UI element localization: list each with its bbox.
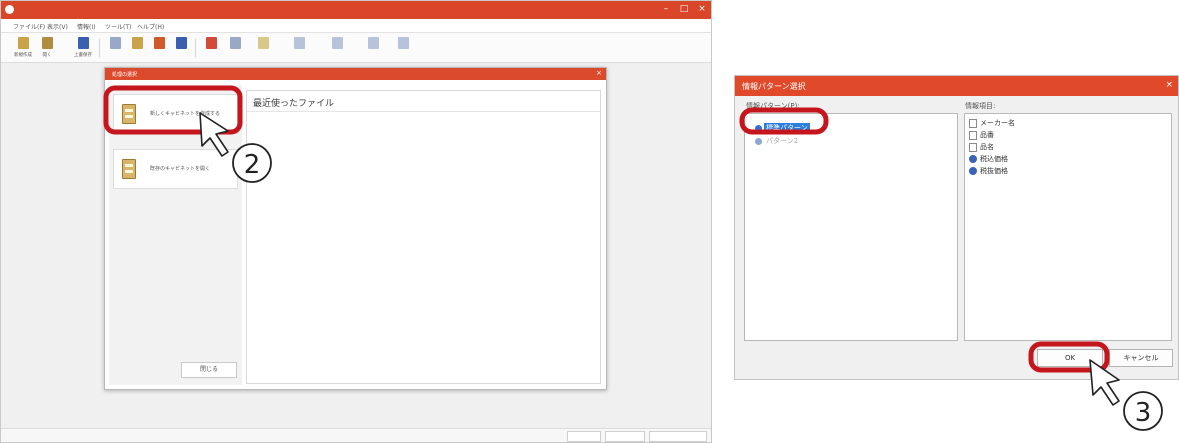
dialog-title: 情報パターン選択: [742, 82, 806, 91]
step-number: 3: [1135, 398, 1152, 428]
status-field: [605, 431, 645, 442]
open-cabinet-button[interactable]: 既存のキャビネットを開く: [113, 149, 238, 189]
open-cabinet-label: 既存のキャビネットを開く: [150, 166, 211, 172]
step-badge: [1123, 391, 1163, 431]
new-file-icon: [18, 37, 29, 49]
close-window-icon[interactable]: ×: [693, 3, 711, 16]
tool-icon: [294, 37, 305, 49]
app-titlebar: – □ ×: [1, 1, 711, 19]
info-items-list: メーカー名 品番 品名 税込価格 税抜価格: [964, 113, 1172, 341]
maximize-icon[interactable]: □: [675, 3, 693, 16]
menu-info[interactable]: 情報(I): [77, 22, 95, 31]
view-button[interactable]: [363, 35, 383, 61]
info-item-label: 税抜価格: [980, 167, 1008, 175]
application-window: – □ × ファイル(F) 表示(V) 情報(I) ツール(T) ヘルプ(H) …: [0, 0, 712, 443]
divider: [247, 111, 600, 112]
info-item-label: 品名: [980, 143, 994, 151]
dialog-titlebar: 情報パターン選択 ×: [735, 76, 1178, 96]
pattern-list: 標準パターン パターン2: [744, 113, 958, 341]
recent-files-panel: 最近使ったファイル: [246, 90, 601, 384]
menu-tools[interactable]: ツール(T): [105, 22, 131, 31]
open-button[interactable]: 開く: [37, 35, 57, 61]
toolbar-label: 上書保存: [74, 53, 92, 58]
open-folder-icon: [42, 37, 53, 49]
layout-icon: [332, 37, 343, 49]
price-icon: [969, 155, 977, 163]
document-icon: [969, 143, 977, 152]
new-cabinet-label: 新しくキャビネットを作成する: [150, 111, 221, 117]
app-logo-icon: [5, 5, 14, 14]
print-button[interactable]: [171, 35, 191, 61]
tool-button[interactable]: [289, 35, 309, 61]
print-icon: [176, 37, 187, 49]
rotate-button[interactable]: [225, 35, 245, 61]
status-bar: [1, 428, 711, 442]
minimize-icon[interactable]: –: [657, 3, 675, 16]
pattern-label: 標準パターン: [764, 123, 810, 133]
delete-icon: [206, 37, 217, 49]
copy-icon: [258, 37, 269, 49]
close-button[interactable]: 閉じる: [181, 362, 237, 378]
document-icon: [969, 131, 977, 140]
action-pane: 新しくキャビネットを作成する 既存のキャビネットを開く 閉じる: [109, 85, 242, 385]
pattern-icon: [755, 138, 762, 145]
pdf-icon: [154, 37, 165, 49]
items-label: 情報項目:: [965, 102, 996, 110]
save-button[interactable]: 上書保存: [73, 35, 93, 61]
status-field: [567, 431, 601, 442]
import-icon: [110, 37, 121, 49]
info-item-label: 品番: [980, 131, 994, 139]
toolbar-label: 開く: [42, 53, 52, 58]
pdf-button[interactable]: [149, 35, 169, 61]
pattern-label: パターン2: [766, 137, 799, 145]
delete-button[interactable]: [201, 35, 221, 61]
start-dialog: 処理の選択 × 新しくキャビネットを作成する 既存のキャビネットを開く 閉じる …: [104, 67, 607, 390]
info-item-label: 税込価格: [980, 155, 1008, 163]
recent-files-title: 最近使ったファイル: [253, 99, 335, 109]
zoom-button[interactable]: [393, 35, 413, 61]
dialog-title: 処理の選択: [112, 72, 138, 78]
pattern-icon: [755, 125, 762, 132]
new-cabinet-button[interactable]: 新しくキャビネットを作成する: [113, 94, 238, 134]
pattern-select-dialog: 情報パターン選択 × 情報パターン(P): 標準パターン パターン2 情報項目:…: [734, 75, 1179, 380]
menu-file[interactable]: ファイル(F): [13, 22, 45, 31]
cancel-button[interactable]: キャンセル: [1109, 349, 1173, 367]
export-button[interactable]: [127, 35, 147, 61]
cabinet-icon: [122, 104, 136, 124]
save-icon: [78, 37, 89, 49]
toolbar: 新規作成 開く 上書保存: [1, 33, 711, 63]
import-button[interactable]: [105, 35, 125, 61]
price-icon: [969, 167, 977, 175]
export-icon: [132, 37, 143, 49]
close-icon[interactable]: ×: [1165, 80, 1173, 90]
close-icon[interactable]: ×: [596, 69, 602, 77]
dialog-titlebar: 処理の選択 ×: [105, 68, 606, 80]
copy-button[interactable]: [253, 35, 273, 61]
layout-button[interactable]: [327, 35, 347, 61]
ok-button[interactable]: OK: [1037, 349, 1103, 367]
menu-help[interactable]: ヘルプ(H): [137, 22, 164, 31]
menu-bar: ファイル(F) 表示(V) 情報(I) ツール(T) ヘルプ(H): [1, 19, 711, 33]
zoom-icon: [398, 37, 409, 49]
cabinet-icon: [122, 159, 136, 179]
view-icon: [368, 37, 379, 49]
info-item-label: メーカー名: [980, 119, 1015, 127]
document-icon: [969, 119, 977, 128]
toolbar-separator: [195, 39, 196, 57]
toolbar-separator: [99, 39, 100, 57]
rotate-icon: [230, 37, 241, 49]
patterns-label: 情報パターン(P):: [746, 102, 800, 110]
menu-view[interactable]: 表示(V): [47, 22, 68, 31]
new-file-button[interactable]: 新規作成: [13, 35, 33, 61]
status-field: [649, 431, 707, 442]
